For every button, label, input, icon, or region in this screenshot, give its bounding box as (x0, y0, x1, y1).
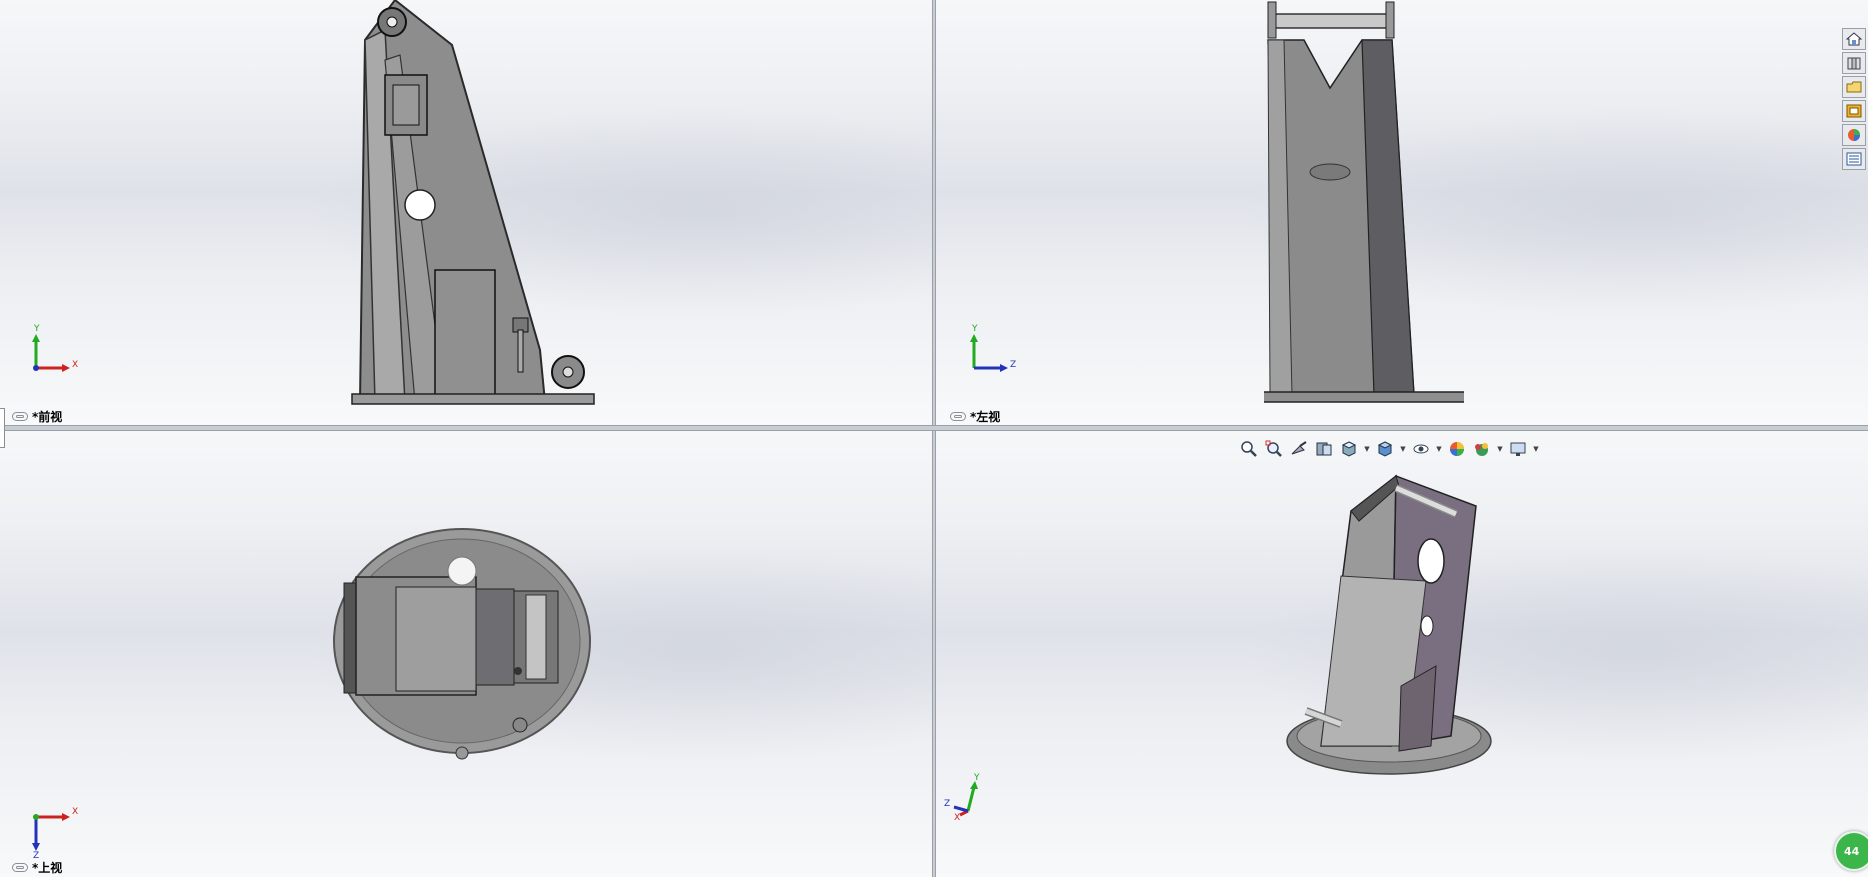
viewport-top[interactable]: X Z *上视 (0, 431, 932, 877)
triad-axes-icon (953, 781, 978, 817)
file-explorer-icon[interactable] (1842, 76, 1866, 98)
custom-properties-icon[interactable] (1842, 148, 1866, 170)
triad-y-label: Y (974, 773, 980, 783)
hide-show-dropdown-icon[interactable]: ▼ (1435, 445, 1443, 453)
previous-view-icon[interactable] (1288, 438, 1310, 460)
section-view-icon[interactable] (1313, 438, 1335, 460)
triad-z-label: Z (1010, 360, 1017, 370)
coordinate-triad: Y X (28, 324, 88, 386)
triad-y-label: Y (972, 324, 978, 334)
viewport-splitter-horizontal[interactable] (0, 425, 1868, 431)
view-label-text: *上视 (32, 861, 63, 875)
home-icon[interactable] (1842, 28, 1866, 50)
view-link-icon (12, 412, 28, 421)
display-style-icon[interactable] (1374, 438, 1396, 460)
apply-scene-icon[interactable] (1471, 438, 1493, 460)
coordinate-triad: Y Z (966, 324, 1026, 386)
view-label[interactable]: *上视 (12, 859, 62, 876)
coordinate-triad: Y X Z (944, 773, 1004, 837)
triad-x-label: X (72, 360, 79, 370)
feature-manager-collapse-tab[interactable] (0, 408, 5, 448)
apply-scene-dropdown-icon[interactable]: ▼ (1496, 445, 1504, 453)
viewport-front[interactable]: Y X *前视 (0, 0, 932, 425)
task-pane-tabs (1842, 28, 1868, 170)
model-left-view (1264, 1, 1464, 403)
heads-up-view-toolbar: ▼ ▼ ▼ ▼ ▼ (1238, 437, 1540, 461)
triad-x-label: X (72, 807, 79, 817)
appearances-icon[interactable] (1842, 124, 1866, 146)
view-settings-icon[interactable] (1507, 438, 1529, 460)
view-label[interactable]: *前视 (12, 408, 62, 425)
zoom-to-fit-icon[interactable] (1238, 438, 1260, 460)
view-settings-dropdown-icon[interactable]: ▼ (1532, 445, 1540, 453)
display-style-dropdown-icon[interactable]: ▼ (1399, 445, 1407, 453)
view-label-text: *左视 (970, 410, 1001, 424)
coordinate-triad: X Z (28, 801, 88, 861)
status-bubble-value: 44 (1844, 844, 1860, 858)
triad-z-label: Z (944, 799, 951, 809)
triad-y-label: Y (34, 324, 40, 334)
viewport-left[interactable]: Y Z *左视 (936, 0, 1868, 425)
view-palette-icon[interactable] (1842, 100, 1866, 122)
status-bubble[interactable]: 44 (1834, 831, 1868, 871)
triad-x-label: X (954, 813, 961, 823)
zoom-to-area-icon[interactable] (1263, 438, 1285, 460)
view-orientation-icon[interactable] (1338, 438, 1360, 460)
viewport-splitter-vertical[interactable] (932, 0, 936, 877)
model-front-view (351, 0, 595, 405)
hide-show-items-icon[interactable] (1410, 438, 1432, 460)
edit-appearance-icon[interactable] (1446, 438, 1468, 460)
view-orientation-dropdown-icon[interactable]: ▼ (1363, 445, 1371, 453)
view-label[interactable]: *左视 (950, 408, 1000, 425)
model-top-view (333, 528, 591, 760)
view-link-icon (950, 412, 966, 421)
model-isometric-view (1286, 474, 1492, 775)
design-library-icon[interactable] (1842, 52, 1866, 74)
viewport-isometric[interactable]: ▼ ▼ ▼ ▼ ▼ Y X Z 44 (936, 431, 1868, 877)
view-label-text: *前视 (32, 410, 63, 424)
view-link-icon (12, 863, 28, 872)
